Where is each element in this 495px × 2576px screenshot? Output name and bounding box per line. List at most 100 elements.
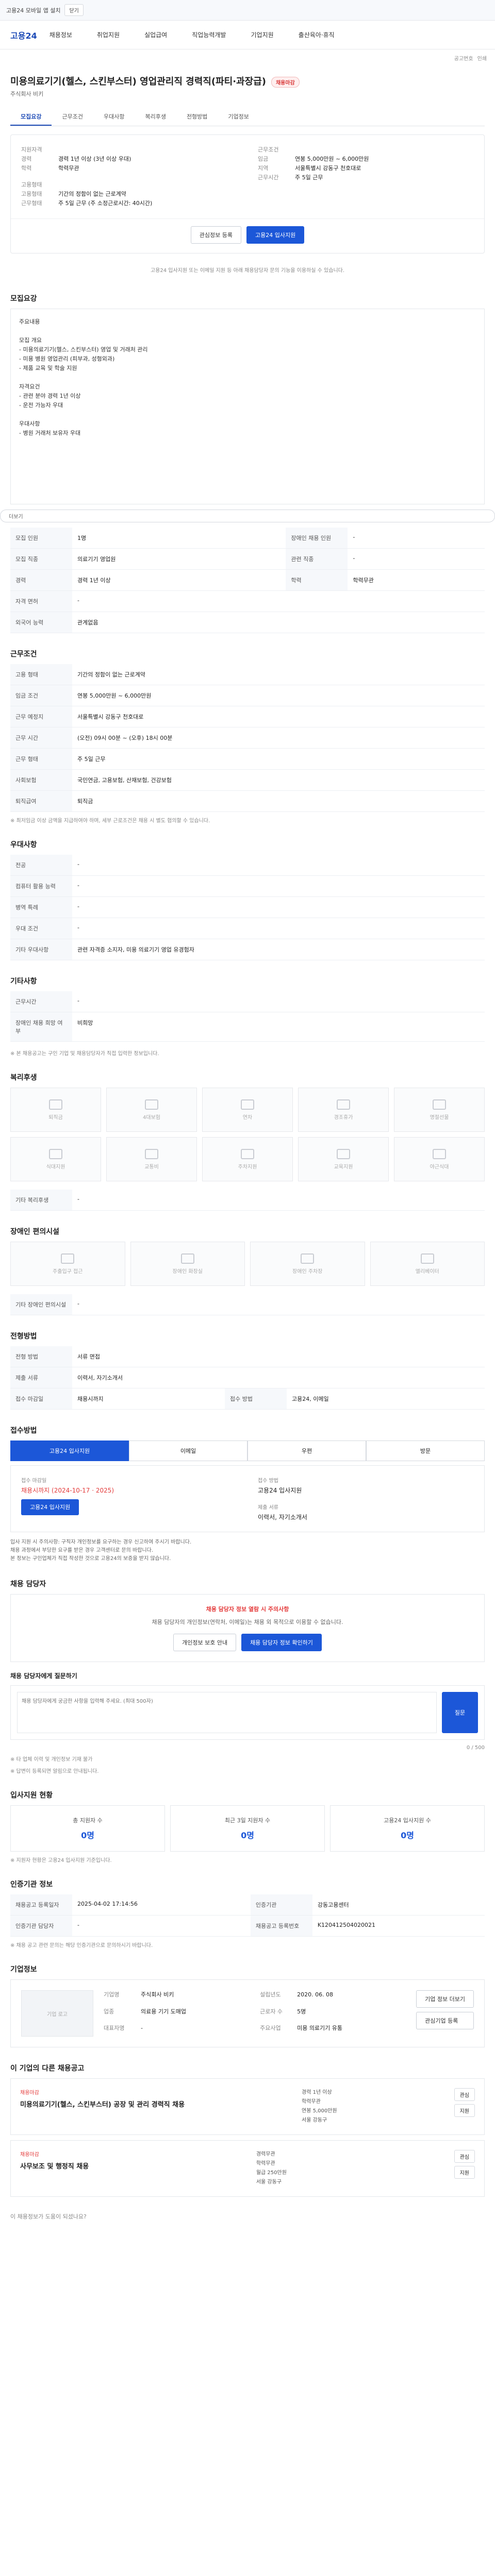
summary-value	[295, 145, 474, 155]
facility-icon	[180, 1253, 194, 1264]
method-tab[interactable]: 방문	[366, 1440, 485, 1461]
benefit-label: 경조휴가	[334, 1114, 353, 1121]
company-name[interactable]: 주식회사 비키	[10, 90, 485, 98]
site-logo[interactable]: 고용24	[10, 29, 37, 41]
etc-table: 근무시간 - 장애인 채용 희망 여부 비희망	[10, 991, 485, 1042]
like-button[interactable]: 관심정보 등록	[190, 226, 241, 244]
process-table: 전형 방법 서류 면접 제출 서류 이력서, 자기소개서 접수 마감일 채용시까지 접수…	[10, 1346, 485, 1410]
method-tab[interactable]: 우편	[248, 1440, 366, 1461]
apply-button[interactable]: 고용24 입사지원	[246, 226, 305, 244]
tab-company[interactable]: 기업정보	[218, 108, 259, 126]
benefit-item: 퇴직금	[10, 1088, 101, 1132]
company-key: 근로자 수	[260, 2008, 283, 2015]
table-row: 임금 조건 연봉 5,000만원 ~ 6,000만원	[10, 685, 485, 706]
nav-item[interactable]: 직업능력개발	[192, 30, 226, 39]
other-job-like-button[interactable]: 관심	[454, 2088, 475, 2101]
section-title: 접수방법	[10, 1427, 37, 1435]
privacy-button[interactable]: 개인정보 보호 안내	[173, 1634, 237, 1651]
tab-process[interactable]: 전형방법	[176, 108, 218, 126]
close-top-button[interactable]: 닫기	[64, 4, 84, 16]
row-value: -	[72, 855, 485, 876]
section-title: 입사지원 현황	[10, 1791, 53, 1800]
contact-notice: 채용 담당자 정보 열람 시 주의사항	[206, 1606, 289, 1613]
row-key: 병역 특례	[10, 896, 72, 918]
qa-send-button[interactable]: 질문	[442, 1692, 478, 1733]
row-value: 이력서, 자기소개서	[72, 1367, 485, 1388]
nav-item[interactable]: 실업급여	[144, 30, 167, 39]
meta-item: 학력무관	[256, 2161, 275, 2166]
row-value: -	[72, 1190, 485, 1211]
tab-conditions[interactable]: 근무조건	[52, 108, 93, 126]
method-tab[interactable]: 이메일	[129, 1440, 248, 1461]
summary-key: 근무조건	[258, 146, 279, 153]
tab-benefits[interactable]: 복리후생	[135, 108, 176, 126]
warn-item: 채용 과정에서 부당한 요구를 받은 경우 고객센터로 문의 바랍니다.	[10, 1548, 154, 1553]
nav-item[interactable]: 기업지원	[251, 30, 273, 39]
contact-reveal-button[interactable]: 채용 담당자 정보 확인하기	[241, 1634, 322, 1651]
benefit-icon	[337, 1099, 350, 1110]
disabled-etc-table: 기타 장애인 편의시설 -	[10, 1294, 485, 1315]
row-key: 관련 직종	[286, 548, 348, 570]
benefit-label: 야근식대	[430, 1164, 449, 1170]
table-row: 우대 조건 -	[10, 918, 485, 939]
qa-note: ※ 답변이 등록되면 알림으로 안내됩니다.	[10, 1769, 99, 1774]
other-job-status: 채용마감	[20, 2090, 39, 2096]
summary-key: 근무시간	[258, 174, 279, 181]
row-key: 사회보험	[10, 769, 72, 791]
table-row: 채용공고 등록일자 2025-04-02 17:14:56 인증기관 강동고용센터	[10, 1894, 485, 1916]
nav-item[interactable]: 출산육아·휴직	[299, 30, 335, 39]
facility-label: 장애인 화장실	[172, 1268, 203, 1275]
company-like-button[interactable]: 관심기업 등록	[416, 2012, 474, 2029]
apply-warn-list: 입사 지원 시 주의사항: 구직자 개인정보를 요구하는 경우 신고하여 주시기…	[10, 1538, 485, 1563]
row-key: 외국어 능력	[10, 612, 72, 633]
table-row: 근무 시간 (오전) 09시 00분 ~ (오후) 18시 00분	[10, 727, 485, 749]
summary-key: 학력	[21, 165, 32, 172]
benefit-label: 교육지원	[334, 1164, 353, 1170]
other-job-apply-button[interactable]: 지원	[454, 2104, 475, 2117]
other-job-title[interactable]: 미용의료기기(헬스, 스킨부스터) 공장 및 관리 경력직 채용	[20, 2099, 185, 2109]
benefit-icon	[145, 1148, 158, 1159]
row-value: 1명	[72, 528, 286, 549]
other-job-title[interactable]: 사무보조 및 행정직 채용	[20, 2161, 89, 2171]
other-job-left: 채용마감 미용의료기기(헬스, 스킨부스터) 공장 및 관리 경력직 채용	[20, 2088, 185, 2125]
nav-item[interactable]: 취업지원	[97, 30, 120, 39]
apply-submit-button[interactable]: 고용24 입사지원	[21, 1499, 79, 1515]
other-job-like-button[interactable]: 관심	[454, 2150, 475, 2163]
print-button[interactable]: 인쇄	[477, 54, 487, 62]
meta-item: 경력 1년 이상	[302, 2090, 332, 2095]
benefits-etc-table: 기타 복리후생 -	[10, 1190, 485, 1211]
row-value: -	[348, 528, 485, 549]
row-value: -	[72, 1294, 485, 1315]
other-job-card[interactable]: 채용마감 미용의료기기(헬스, 스킨부스터) 공장 및 관리 경력직 채용 경력…	[10, 2078, 485, 2135]
benefits-grid: 퇴직금 4대보험 연차 경조휴가 명절선물 식대지원 교통비 주차지원 교육지원…	[10, 1088, 485, 1181]
other-job-apply-button[interactable]: 지원	[454, 2166, 475, 2179]
nav-item[interactable]: 채용정보	[50, 30, 72, 39]
table-row: 자격 면허 -	[10, 590, 485, 612]
more-button[interactable]: 더보기	[0, 510, 495, 522]
apply-label: 제출 서류	[258, 1505, 278, 1511]
summary-key: 고용형태	[21, 191, 42, 197]
summary-right: 근무조건 임금 연봉 5,000만원 ~ 6,000만원 지역 서울특별시 강동구 …	[258, 145, 474, 208]
qa-input[interactable]	[17, 1692, 437, 1733]
apply-docs: 이력서, 자기소개서	[258, 1514, 307, 1521]
tab-recruit[interactable]: 모집요강	[10, 108, 52, 126]
other-job-card[interactable]: 채용마감 사무보조 및 행정직 채용 경력무관 학력무관 월급 250만원 서울…	[10, 2140, 485, 2197]
company-more-button[interactable]: 기업 정보 더보기	[416, 1990, 474, 2008]
benefit-icon	[241, 1148, 254, 1159]
tab-prefer[interactable]: 우대사항	[93, 108, 135, 126]
summary-key: 근무형태	[21, 200, 42, 207]
benefit-item: 주차지원	[202, 1137, 293, 1181]
table-row: 고용 형태 기간의 정함이 없는 근로계약	[10, 664, 485, 685]
qa-title: 채용 담당자에게 질문하기	[10, 1672, 77, 1680]
summary-value: 기간의 정함이 없는 근로계약	[58, 191, 126, 197]
summary-card: 지원자격 경력 경력 1년 이상 (3년 이상 우대) 학력 학력무관 고용형태 고…	[10, 134, 485, 253]
benefit-label: 교통비	[144, 1164, 159, 1170]
conditions-table: 고용 형태 기간의 정함이 없는 근로계약 임금 조건 연봉 5,000만원 ~ 6…	[10, 664, 485, 812]
summary-left: 지원자격 경력 경력 1년 이상 (3년 이상 우대) 학력 학력무관 고용형태 고…	[21, 145, 237, 208]
warn-item: 입사 지원 시 주의사항: 구직자 개인정보를 요구하는 경우 신고하여 주시기…	[10, 1539, 192, 1545]
other-job-meta: 경력무관 학력무관 월급 250만원 서울 강동구	[256, 2150, 287, 2187]
method-tab[interactable]: 고용24 입사지원	[10, 1440, 129, 1461]
conditions-note: ※ 최저임금 이상 금액을 지급하여야 하며, 세부 근로조건은 채용 시 별도…	[10, 818, 210, 824]
crumb-item: 공고번호	[454, 56, 473, 62]
summary-actions: 관심정보 등록 고용24 입사지원	[11, 218, 484, 253]
